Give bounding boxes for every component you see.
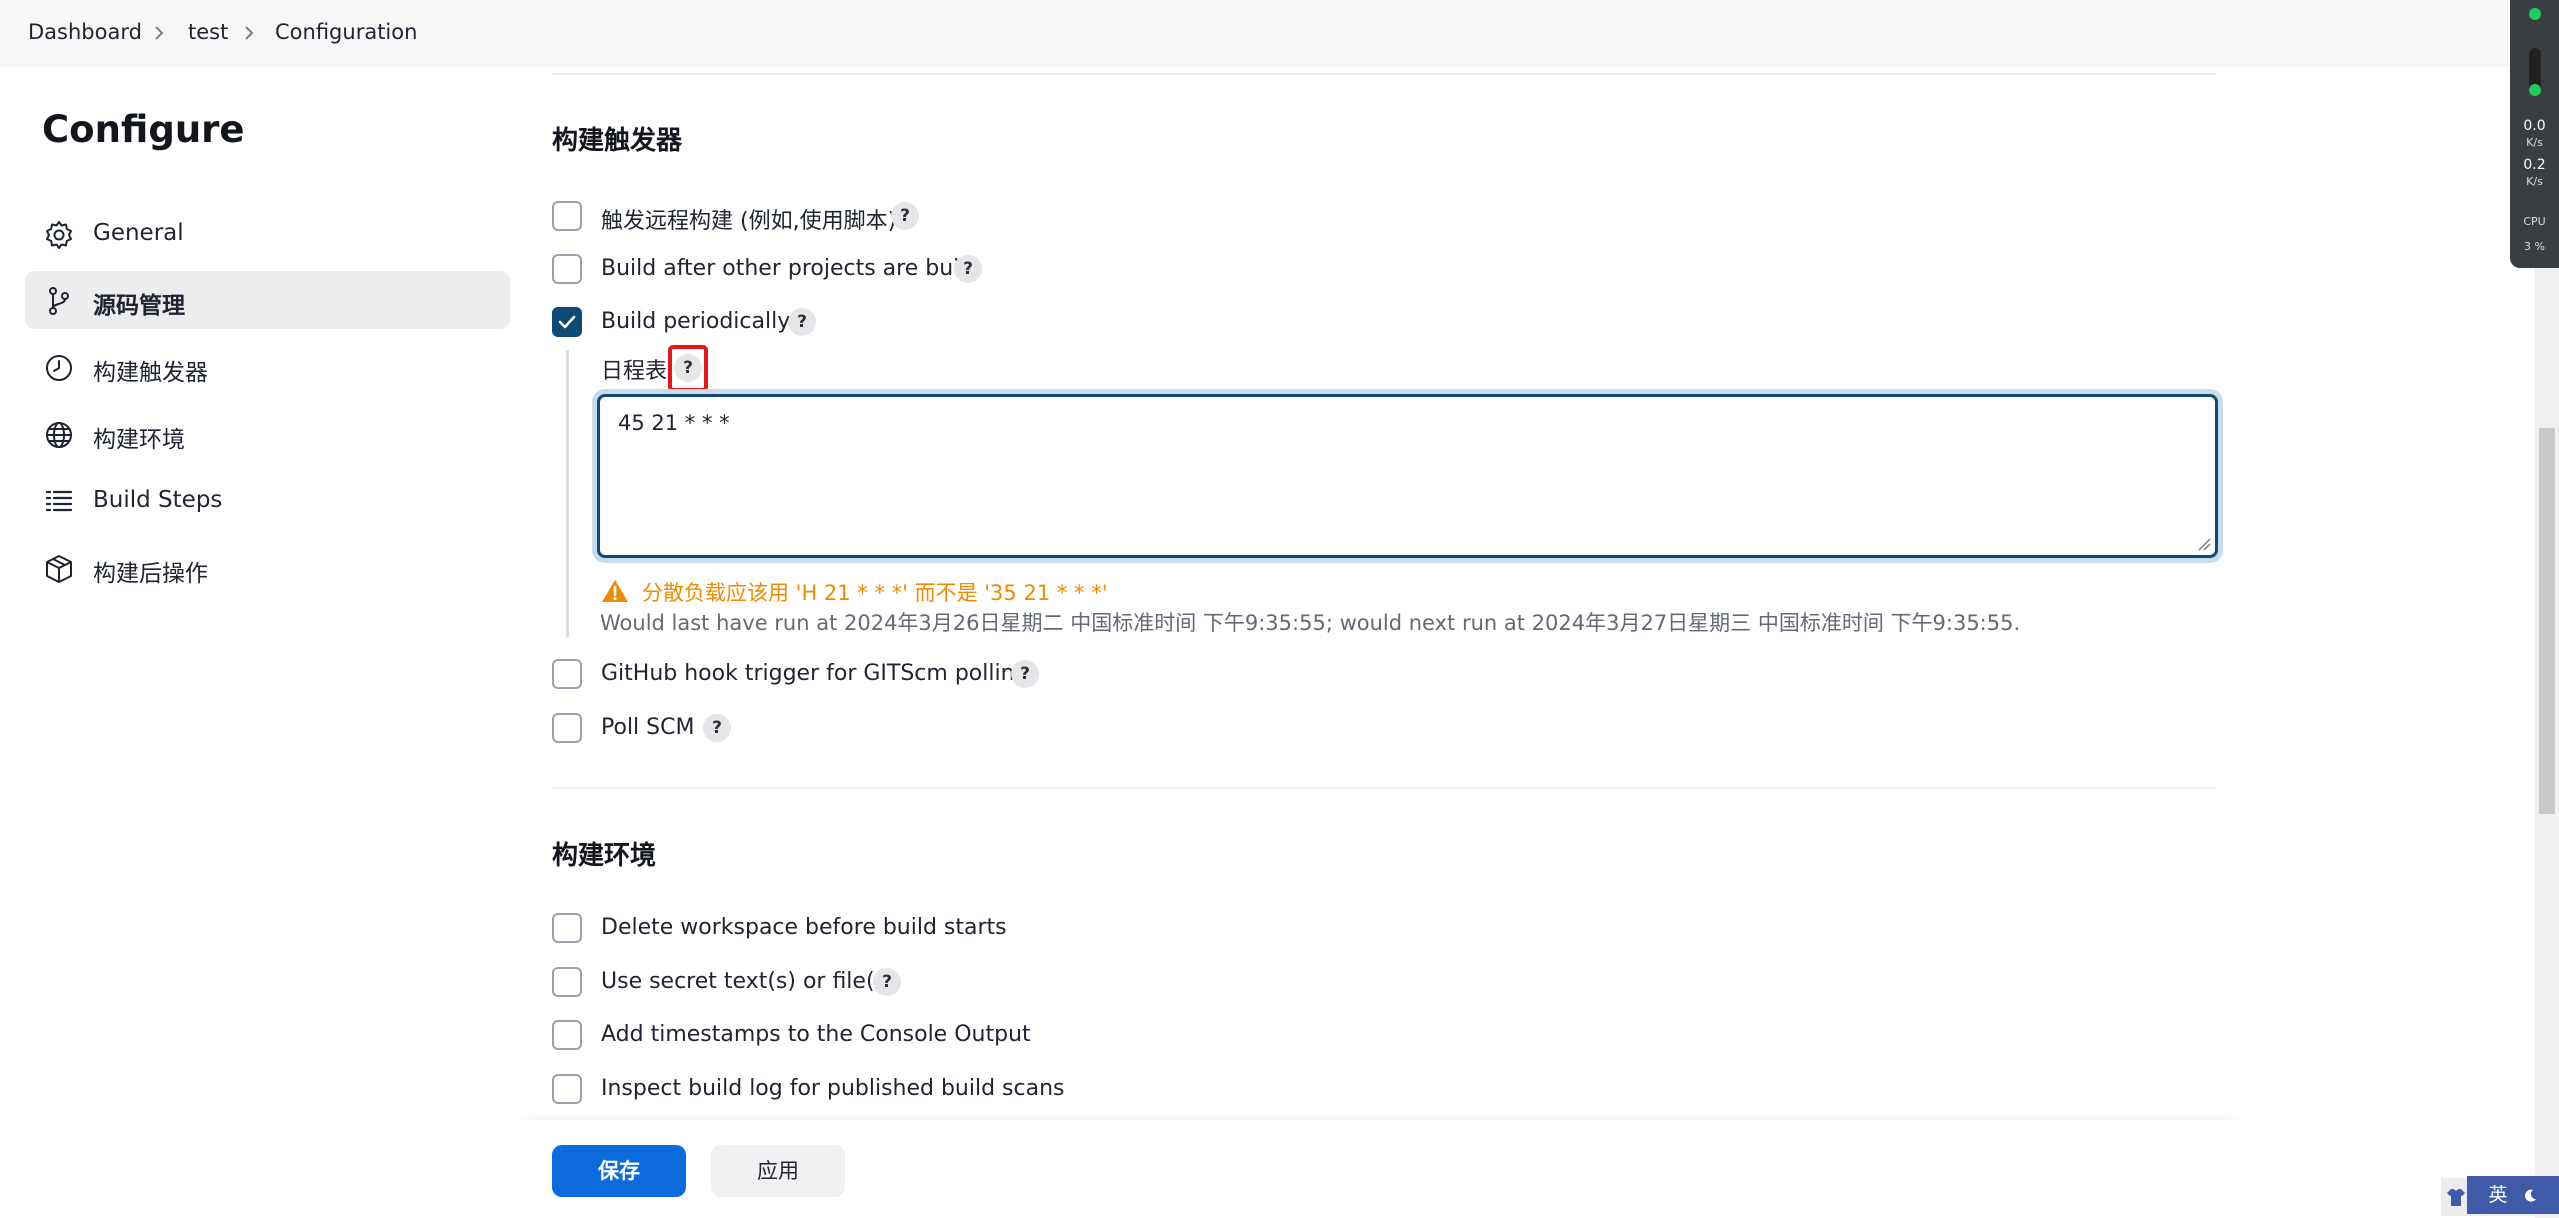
cpu-label: CPU (2523, 215, 2546, 228)
section-title-build-environment: 构建环境 (552, 841, 657, 871)
status-dot (2529, 8, 2541, 20)
page-title: Configure (42, 108, 245, 151)
sidebar-item-build-steps[interactable]: Build Steps (25, 472, 510, 530)
nested-indent-line (566, 350, 569, 637)
checkbox-label: Poll SCM (601, 715, 695, 740)
globe-icon (46, 422, 72, 448)
breadcrumb: Dashboard test Configuration (0, 0, 2510, 67)
help-icon[interactable]: ? (873, 968, 901, 996)
section-title-build-triggers: 构建触发器 (552, 126, 683, 156)
checkbox-remote-trigger[interactable] (552, 201, 582, 231)
help-icon[interactable]: ? (1011, 660, 1039, 688)
checkbox-label: 触发远程构建 (例如,使用脚本) (601, 209, 897, 234)
sidebar-item-label: Build Steps (93, 487, 223, 513)
checkbox-label: Use secret text(s) or file(s) (601, 969, 895, 994)
download-value: 0.2 (2523, 157, 2546, 173)
schedule-input[interactable] (618, 411, 2178, 541)
help-icon[interactable]: ? (788, 308, 816, 336)
gear-icon (46, 221, 72, 249)
sidebar-item-build-triggers[interactable]: 构建触发器 (25, 338, 510, 396)
checkbox-label: GitHub hook trigger for GITScm polling (601, 661, 1029, 686)
sidebar-item-label: 构建触发器 (93, 360, 208, 386)
moon-icon (2524, 1189, 2536, 1202)
save-button[interactable]: 保存 (552, 1145, 686, 1197)
ime-language-indicator[interactable]: 英 (2467, 1176, 2559, 1214)
clock-icon (46, 355, 72, 381)
checkbox-label: Build periodically (601, 309, 791, 334)
upload-value: 0.0 (2523, 118, 2546, 134)
checkbox-label: Add timestamps to the Console Output (601, 1022, 1031, 1047)
checkbox-label: Delete workspace before build starts (601, 915, 1007, 940)
checkbox-build-periodically[interactable] (552, 307, 582, 337)
branch-icon (49, 287, 69, 315)
help-icon[interactable]: ? (891, 202, 919, 230)
schedule-textarea-wrapper (597, 394, 2218, 558)
schedule-info: Would last have run at 2024年3月26日星期二 中国标… (600, 611, 2021, 635)
warning-icon (602, 580, 628, 602)
section-divider (552, 787, 2216, 789)
checkbox-add-timestamps[interactable] (552, 1020, 582, 1050)
sidebar-item-label: 构建环境 (93, 427, 185, 453)
check-icon (558, 315, 576, 329)
sidebar-item-label: General (93, 220, 184, 246)
checkbox-label: Inspect build log for published build sc… (601, 1076, 1065, 1101)
scrollbar-thumb[interactable] (2539, 428, 2555, 814)
section-divider (552, 73, 2216, 75)
help-icon[interactable]: ? (703, 714, 731, 742)
cpu-value: 3 % (2524, 240, 2545, 253)
chevron-right-icon (245, 26, 254, 40)
chevron-right-icon (155, 26, 164, 40)
ime-language-label: 英 (2488, 1184, 2508, 1206)
help-icon[interactable]: ? (674, 354, 702, 382)
sidebar-item-post-build[interactable]: 构建后操作 (25, 539, 510, 597)
schedule-label: 日程表 (601, 359, 668, 384)
breadcrumb-dashboard[interactable]: Dashboard (28, 20, 142, 44)
checkbox-secret-text[interactable] (552, 967, 582, 997)
breadcrumb-configuration[interactable]: Configuration (275, 20, 417, 44)
resize-handle-icon[interactable] (2197, 537, 2211, 551)
checkbox-build-after-other-projects[interactable] (552, 254, 582, 284)
checkbox-github-hook[interactable] (552, 659, 582, 689)
sidebar-item-label: 构建后操作 (93, 561, 208, 587)
list-icon (45, 490, 73, 512)
sidebar-item-general[interactable]: General (25, 205, 510, 263)
apply-button[interactable]: 应用 (711, 1145, 845, 1197)
shirt-icon[interactable] (2445, 1186, 2467, 1208)
checkbox-label: Build after other projects are built (601, 256, 975, 281)
checkbox-delete-workspace[interactable] (552, 913, 582, 943)
breadcrumb-test[interactable]: test (188, 20, 228, 44)
sidebar-item-label: 源码管理 (93, 293, 185, 319)
sidebar-item-source-code[interactable]: 源码管理 (25, 271, 510, 329)
package-icon (46, 555, 72, 583)
memory-bar-fill (2529, 84, 2541, 96)
upload-unit: K/s (2526, 136, 2543, 149)
schedule-warning: 分散负载应该用 'H 21 * * *' 而不是 '35 21 * * *' (642, 581, 1108, 605)
schedule-help-highlight[interactable]: ? (668, 345, 708, 392)
network-monitor-widget: 0.0 K/s 0.2 K/s CPU 3 % (2510, 0, 2559, 268)
download-unit: K/s (2526, 175, 2543, 188)
checkbox-inspect-build-log[interactable] (552, 1074, 582, 1104)
help-icon[interactable]: ? (954, 255, 982, 283)
checkbox-poll-scm[interactable] (552, 713, 582, 743)
sidebar-item-build-environment[interactable]: 构建环境 (25, 405, 510, 463)
